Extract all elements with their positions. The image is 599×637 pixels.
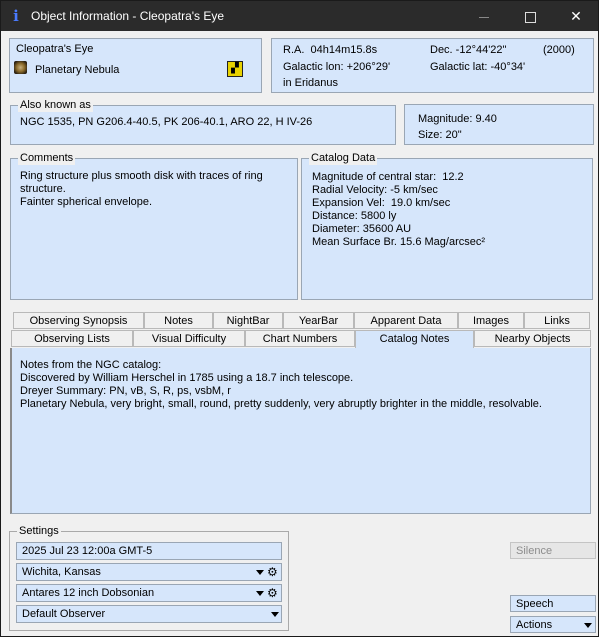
actions-label: Actions <box>516 619 553 631</box>
chevron-down-icon <box>256 570 264 575</box>
settings-title: Settings <box>17 524 61 538</box>
chevron-down-icon <box>256 591 264 596</box>
gear-icon[interactable]: ⚙ <box>267 586 278 600</box>
title-bar[interactable]: i Object Information - Cleopatra's Eye ✕ <box>1 1 598 31</box>
telescope-value: Antares 12 inch Dobsonian <box>22 587 155 599</box>
distance: Distance: 5800 ly <box>312 210 397 222</box>
gear-icon[interactable]: ⚙ <box>267 565 278 579</box>
notes-line-3: Dreyer Summary: PN, vB, S, R, ps, vsbM, … <box>20 385 231 397</box>
close-icon: ✕ <box>570 8 582 24</box>
info-icon: i <box>13 7 19 25</box>
close-button[interactable]: ✕ <box>553 1 599 31</box>
silence-button[interactable]: Silence <box>510 542 596 559</box>
tab-nearby-objects[interactable]: Nearby Objects <box>474 330 591 347</box>
location-value: Wichita, Kansas <box>22 566 101 578</box>
comments-line-2: structure. <box>20 183 66 195</box>
datetime-field[interactable]: 2025 Jul 23 12:00a GMT-5 <box>16 542 282 560</box>
constellation: in Eridanus <box>283 77 339 89</box>
actions-button[interactable]: Actions <box>510 616 596 633</box>
expansion-velocity: Expansion Vel: 19.0 km/sec <box>312 197 451 209</box>
object-name: Cleopatra's Eye <box>16 43 94 55</box>
aka-title: Also known as <box>18 98 93 112</box>
size-value: Size: 20" <box>418 129 462 141</box>
chart-view-button[interactable]: ▞ <box>227 61 243 77</box>
dec-value: Dec. -12°44'22" <box>430 44 507 56</box>
tab-nightbar[interactable]: NightBar <box>213 312 283 329</box>
notes-line-4: Planetary Nebula, very bright, small, ro… <box>20 398 542 410</box>
tab-notes[interactable]: Notes <box>144 312 213 329</box>
diameter: Diameter: 35600 AU <box>312 223 412 235</box>
radial-velocity: Radial Velocity: -5 km/sec <box>312 184 438 196</box>
comments-title: Comments <box>18 151 76 165</box>
chart-icon: ▞ <box>231 63 239 74</box>
tab-images[interactable]: Images <box>458 312 524 329</box>
nebula-icon <box>14 61 27 74</box>
minimize-button[interactable] <box>461 1 507 31</box>
comments-line-3: Fainter spherical envelope. <box>20 196 153 208</box>
observer-value: Default Observer <box>22 608 106 620</box>
chevron-down-icon <box>584 623 592 628</box>
location-select[interactable]: Wichita, Kansas ⚙ <box>16 563 282 581</box>
tab-chart-numbers[interactable]: Chart Numbers <box>245 330 355 347</box>
comments-line-1: Ring structure plus smooth disk with tra… <box>20 170 263 182</box>
speech-button[interactable]: Speech <box>510 595 596 612</box>
tab-observing-synopsis[interactable]: Observing Synopsis <box>13 312 144 329</box>
observer-select[interactable]: Default Observer <box>16 605 282 623</box>
maximize-button[interactable] <box>507 1 553 31</box>
maximize-icon <box>524 11 536 23</box>
surface-brightness: Mean Surface Br. 15.6 Mag/arcsec² <box>312 236 486 248</box>
telescope-select[interactable]: Antares 12 inch Dobsonian ⚙ <box>16 584 282 602</box>
tab-observing-lists[interactable]: Observing Lists <box>11 330 133 347</box>
tab-yearbar[interactable]: YearBar <box>283 312 354 329</box>
galactic-lon: Galactic lon: +206°29' <box>283 61 391 73</box>
window-title: Object Information - Cleopatra's Eye <box>31 9 225 23</box>
galactic-lat: Galactic lat: -40°34' <box>430 61 526 73</box>
chevron-down-icon <box>271 612 279 617</box>
magnitude-value: Magnitude: 9.40 <box>418 113 497 125</box>
tab-catalog-notes[interactable]: Catalog Notes <box>355 330 474 348</box>
notes-line-1: Notes from the NGC catalog: <box>20 359 162 371</box>
object-type: Planetary Nebula <box>35 64 120 76</box>
datetime-value: 2025 Jul 23 12:00a GMT-5 <box>22 545 153 557</box>
notes-line-2: Discovered by William Herschel in 1785 u… <box>20 372 354 384</box>
ra-value: R.A. 04h14m15.8s <box>283 44 378 56</box>
tab-visual-difficulty[interactable]: Visual Difficulty <box>133 330 245 347</box>
minimize-icon <box>479 16 489 18</box>
catalog-data-title: Catalog Data <box>309 151 378 165</box>
tab-links[interactable]: Links <box>524 312 590 329</box>
object-info-window: i Object Information - Cleopatra's Eye ✕… <box>0 0 599 637</box>
epoch-value: (2000) <box>543 44 575 56</box>
central-star-mag: Magnitude of central star: 12.2 <box>312 171 464 183</box>
tab-apparent-data[interactable]: Apparent Data <box>354 312 458 329</box>
aka-value: NGC 1535, PN G206.4-40.5, PK 206-40.1, A… <box>20 116 313 128</box>
